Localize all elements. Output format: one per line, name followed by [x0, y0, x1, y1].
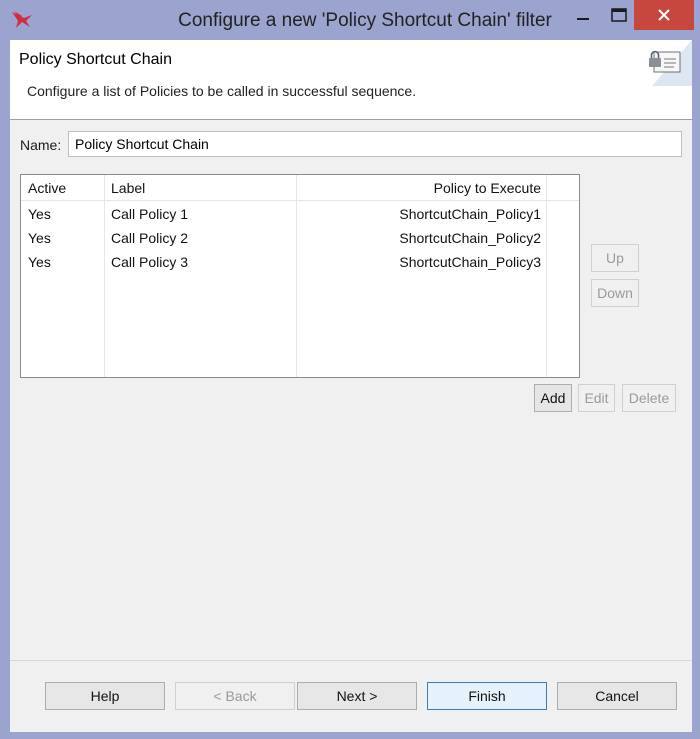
column-header-label[interactable]: Label	[111, 180, 145, 196]
cell-label: Call Policy 1	[111, 206, 189, 222]
cell-policy: ShortcutChain_Policy2	[399, 230, 541, 246]
cell-active: Yes	[28, 206, 51, 222]
delete-button[interactable]: Delete	[622, 384, 676, 412]
cell-policy: ShortcutChain_Policy3	[399, 254, 541, 270]
close-icon	[658, 9, 670, 21]
column-divider	[546, 175, 547, 377]
minimize-button[interactable]	[560, 0, 606, 30]
maximize-button[interactable]	[606, 0, 632, 30]
wizard-header: Policy Shortcut Chain Configure a list o…	[10, 40, 692, 120]
page-description: Configure a list of Policies to be calle…	[27, 83, 417, 99]
down-button[interactable]: Down	[591, 279, 639, 307]
help-button[interactable]: Help	[45, 682, 165, 710]
cancel-button[interactable]: Cancel	[557, 682, 677, 710]
cell-label: Call Policy 3	[111, 254, 189, 270]
column-divider	[104, 175, 105, 377]
finish-button[interactable]: Finish	[427, 682, 547, 710]
dialog-window: Configure a new 'Policy Shortcut Chain' …	[0, 0, 700, 739]
cell-active: Yes	[28, 230, 51, 246]
cell-policy: ShortcutChain_Policy1	[399, 206, 541, 222]
name-field[interactable]	[68, 131, 682, 157]
cell-label: Call Policy 2	[111, 230, 189, 246]
cell-active: Yes	[28, 254, 51, 270]
title-bar[interactable]: Configure a new 'Policy Shortcut Chain' …	[0, 0, 700, 40]
dialog-body: Policy Shortcut Chain Configure a list o…	[10, 40, 692, 732]
maximize-icon	[611, 8, 627, 22]
page-title: Policy Shortcut Chain	[19, 51, 172, 68]
footer-divider	[10, 660, 692, 661]
back-button[interactable]: < Back	[175, 682, 295, 710]
lock-document-icon	[649, 40, 692, 86]
edit-button[interactable]: Edit	[578, 384, 615, 412]
policy-table[interactable]: Active Label Policy to Execute Yes Call …	[20, 174, 580, 378]
column-header-policy[interactable]: Policy to Execute	[434, 180, 541, 196]
close-button[interactable]	[634, 0, 694, 30]
name-label: Name:	[20, 137, 62, 153]
minimize-icon	[577, 18, 589, 20]
column-divider	[296, 175, 297, 377]
column-header-active[interactable]: Active	[28, 180, 66, 196]
up-button[interactable]: Up	[591, 244, 639, 272]
next-button[interactable]: Next >	[297, 682, 417, 710]
add-button[interactable]: Add	[534, 384, 572, 412]
